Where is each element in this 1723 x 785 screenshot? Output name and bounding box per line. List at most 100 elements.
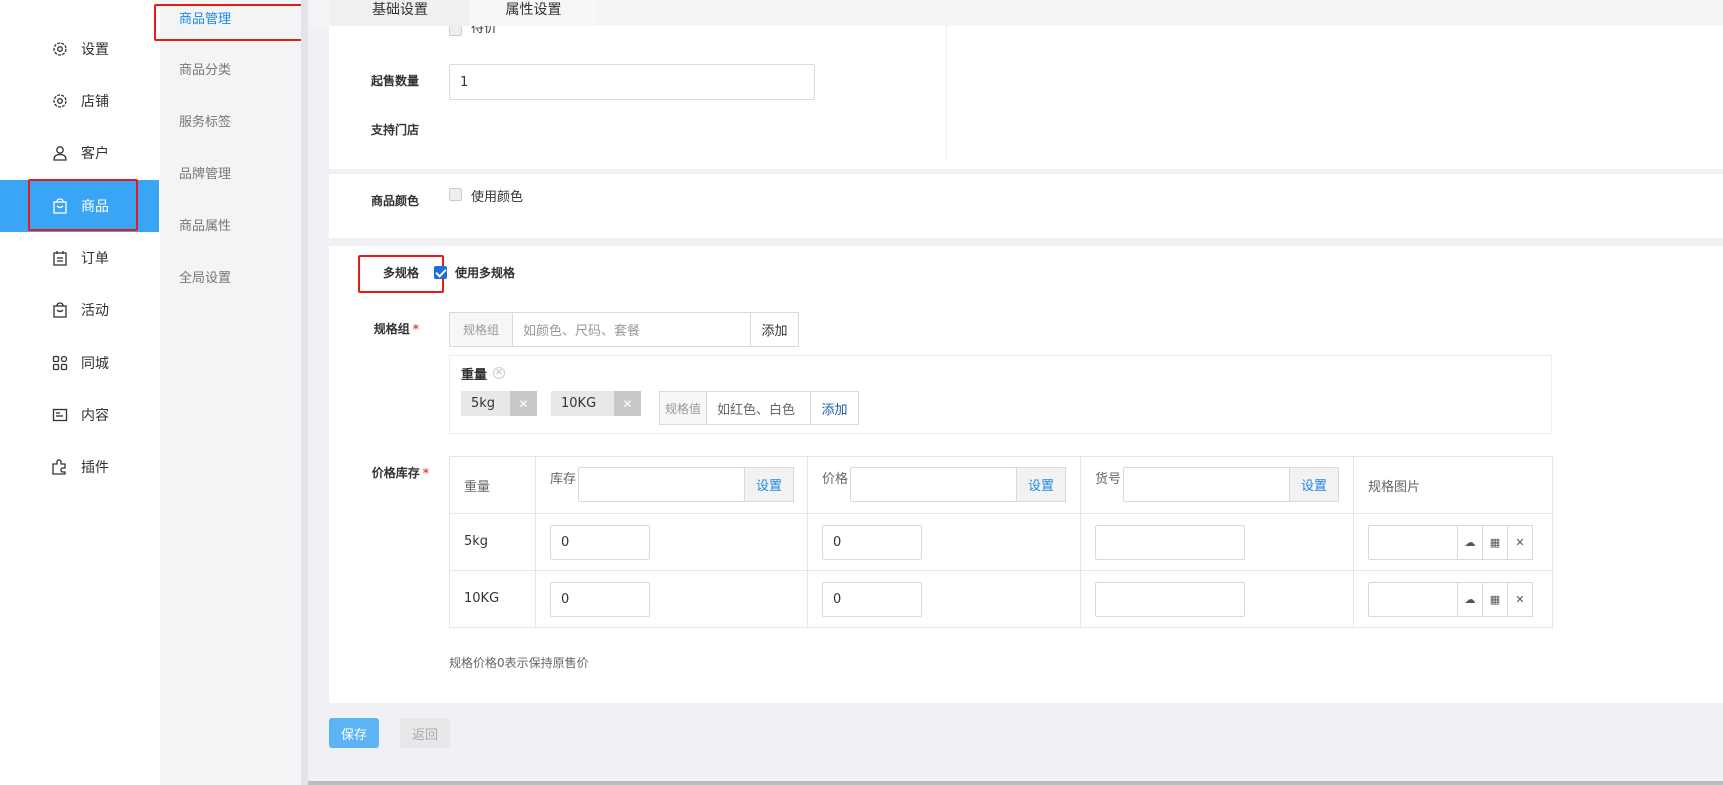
table-cell (1080, 570, 1354, 628)
nav-label: 同城 (81, 356, 109, 372)
spec-group-add-button[interactable]: 添加 (750, 312, 799, 347)
nav-label: 客户 (81, 146, 109, 162)
min-qty-input[interactable]: 1 (449, 64, 815, 100)
clear-image-icon[interactable]: ✕ (1507, 582, 1533, 617)
nav-item-activity[interactable]: 活动 (0, 284, 159, 336)
main-sidebar: 设置 店铺 客户 商品 订单 活动 同城 内容 插件 (0, 0, 159, 785)
subnav-item-category[interactable]: 商品分类 (179, 59, 231, 78)
row-weight: 5kg (464, 534, 489, 549)
form-panel-color (329, 174, 1723, 238)
horizontal-scrollbar[interactable] (308, 781, 1723, 785)
nav-item-local[interactable]: 同城 (0, 337, 159, 389)
back-button[interactable]: 返回 (400, 718, 450, 748)
table-cell: 0 (535, 570, 808, 628)
upload-cloud-icon[interactable]: ☁ (1457, 582, 1483, 617)
price-value: 0 (833, 535, 842, 550)
sub-sidebar: 商品管理 商品分类 服务标签 品牌管理 商品属性 全局设置 (160, 0, 301, 785)
multi-spec-checkbox-label: 使用多规格 (455, 266, 516, 280)
nav-item-customer[interactable]: 客户 (0, 127, 159, 179)
partial-checkbox[interactable] (449, 26, 462, 36)
upload-cloud-icon[interactable]: ☁ (1457, 525, 1483, 560)
subnav-item-brand[interactable]: 品牌管理 (179, 163, 231, 182)
tab-basic-settings[interactable]: 基础设置 (330, 0, 470, 26)
table-header-cell: 货号 设置 (1080, 456, 1354, 514)
spec-value-text: 10KG (561, 396, 597, 411)
spec-value-placeholder: 如红色、白色 (717, 402, 796, 418)
color-label: 商品颜色 (370, 194, 419, 208)
stock-batch-input[interactable] (578, 467, 745, 502)
price-note: 规格价格0表示保持原售价 (449, 656, 589, 670)
price-stock-label-text: 价格库存 (371, 466, 420, 480)
subnav-item-attributes[interactable]: 商品属性 (179, 215, 231, 234)
shopping-bag-icon (50, 300, 70, 320)
price-value: 0 (833, 592, 842, 607)
sku-table: 重量 库存 设置 价格 设置 货号 设置 规格图片 5kg 0 0 ☁ ▦ ✕ … (449, 456, 1553, 628)
multi-spec-checkbox[interactable] (434, 266, 447, 279)
calendar-icon (50, 248, 70, 268)
min-qty-label: 起售数量 (370, 74, 419, 88)
spec-value-input[interactable]: 如红色、白色 (706, 391, 811, 425)
price-set-button[interactable]: 设置 (1016, 467, 1066, 502)
stock-input[interactable]: 0 (550, 582, 650, 617)
highlight-box (358, 255, 444, 293)
nav-item-plugins[interactable]: 插件 (0, 441, 159, 493)
table-cell: 0 (535, 513, 808, 571)
table-cell (1080, 513, 1354, 571)
sku-set-button[interactable]: 设置 (1289, 467, 1339, 502)
image-gallery-icon[interactable]: ▦ (1482, 582, 1508, 617)
subnav-item-global[interactable]: 全局设置 (179, 267, 231, 286)
save-button[interactable]: 保存 (329, 718, 379, 748)
spec-value-text: 5kg (471, 396, 496, 411)
stock-value: 0 (561, 592, 570, 607)
table-cell: 0 (807, 513, 1081, 571)
sku-batch-input[interactable] (1123, 467, 1290, 502)
remove-tag-icon[interactable]: ✕ (510, 391, 537, 416)
table-cell: ☁ ▦ ✕ (1353, 513, 1553, 571)
grid-icon (50, 353, 70, 373)
table-header-row: 重量 库存 设置 价格 设置 货号 设置 规格图片 (449, 456, 1553, 514)
nav-item-settings[interactable]: 设置 (0, 23, 159, 75)
sku-input[interactable] (1095, 582, 1245, 617)
nav-item-store[interactable]: 店铺 (0, 75, 159, 127)
price-batch-input[interactable] (850, 467, 1017, 502)
clear-image-icon[interactable]: ✕ (1507, 525, 1533, 560)
partial-checkbox-label: 待价 (471, 26, 498, 36)
nav-item-content[interactable]: 内容 (0, 389, 159, 441)
stock-set-button[interactable]: 设置 (744, 467, 794, 502)
spec-group-name: 重量 (461, 368, 488, 383)
highlight-box (28, 179, 138, 231)
price-stock-label: 价格库存 * (350, 464, 429, 481)
table-cell: 10KG (449, 570, 536, 628)
header-image: 规格图片 (1368, 480, 1421, 495)
spec-value-addon: 规格值 (659, 391, 707, 425)
use-color-label: 使用颜色 (471, 190, 524, 205)
table-row: 10KG 0 0 ☁ ▦ ✕ (449, 570, 1553, 628)
required-mark: * (412, 322, 419, 336)
spec-image-input[interactable] (1368, 582, 1458, 617)
nav-item-orders[interactable]: 订单 (0, 232, 159, 284)
spec-group-placeholder: 如颜色、尺码、套餐 (523, 324, 641, 339)
spec-group-label: 规格组 * (350, 320, 419, 337)
header-weight: 重量 (464, 480, 491, 495)
table-row: 5kg 0 0 ☁ ▦ ✕ (449, 513, 1553, 571)
header-sku: 货号 (1095, 472, 1122, 487)
spec-group-input[interactable]: 如颜色、尺码、套餐 (512, 312, 751, 347)
remove-tag-icon[interactable]: ✕ (614, 391, 641, 416)
gear-icon (50, 91, 70, 111)
subnav-item-service-tags[interactable]: 服务标签 (179, 111, 231, 130)
spec-image-input[interactable] (1368, 525, 1458, 560)
remove-spec-group-icon[interactable]: ✕ (493, 367, 505, 379)
spec-value-add-button[interactable]: 添加 (810, 391, 859, 425)
sku-input[interactable] (1095, 525, 1245, 560)
use-color-checkbox[interactable] (449, 188, 462, 201)
tab-attribute-settings[interactable]: 属性设置 (470, 0, 597, 26)
header-stock: 库存 (550, 472, 577, 487)
price-input[interactable]: 0 (822, 525, 922, 560)
nav-label: 店铺 (81, 94, 109, 110)
price-input[interactable]: 0 (822, 582, 922, 617)
gear-icon (50, 39, 70, 59)
stock-input[interactable]: 0 (550, 525, 650, 560)
image-gallery-icon[interactable]: ▦ (1482, 525, 1508, 560)
nav-label: 设置 (81, 42, 109, 58)
nav-label: 活动 (81, 303, 109, 319)
